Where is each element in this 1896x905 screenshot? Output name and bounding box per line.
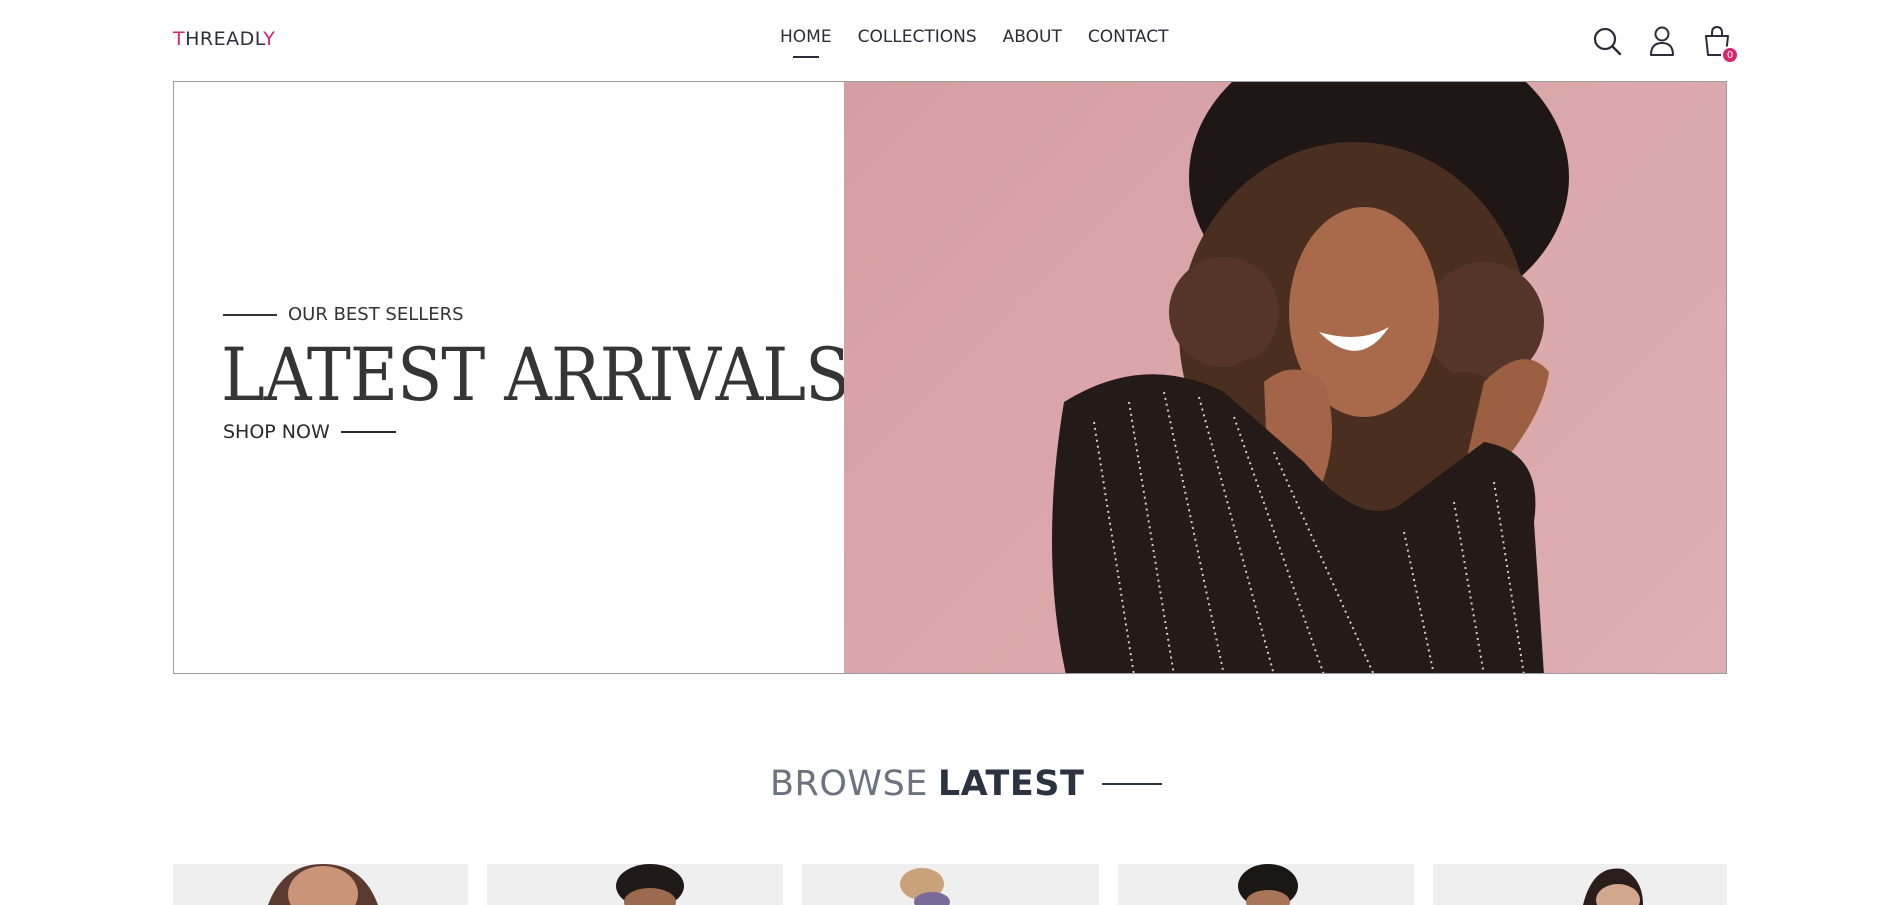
- account-button[interactable]: [1646, 24, 1678, 58]
- shop-now-link[interactable]: SHOP NOW: [223, 421, 849, 443]
- nav-item-about[interactable]: ABOUT: [1003, 27, 1062, 47]
- shop-now-label: SHOP NOW: [223, 421, 330, 443]
- search-button[interactable]: [1591, 24, 1623, 58]
- search-icon: [1593, 27, 1622, 56]
- eyebrow-divider: [223, 313, 277, 316]
- nav-item-contact[interactable]: CONTACT: [1088, 27, 1169, 47]
- product-card-3[interactable]: [802, 864, 1099, 905]
- cart-count-badge: 0: [1721, 46, 1739, 64]
- product-image: [900, 868, 950, 905]
- product-card-4[interactable]: [1118, 864, 1414, 905]
- hero-banner: OUR BEST SELLERS LATEST ARRIVALS SHOP NO…: [173, 81, 1727, 674]
- product-card-5[interactable]: [1433, 864, 1727, 905]
- browse-heading-bold: LATEST: [937, 764, 1085, 804]
- hero-title: LATEST ARRIVALS: [221, 333, 850, 418]
- product-image: [1238, 864, 1298, 905]
- hero-eyebrow: OUR BEST SELLERS: [223, 304, 849, 325]
- model-illustration: [1051, 82, 1569, 673]
- site-header: THREADLY HOME COLLECTIONS ABOUT CONTACT …: [0, 0, 1896, 80]
- main-nav: HOME COLLECTIONS ABOUT CONTACT: [780, 27, 1169, 47]
- product-image: [1583, 868, 1643, 905]
- cart-button[interactable]: 0: [1701, 24, 1739, 64]
- logo-last-letter: Y: [263, 28, 276, 50]
- product-image: [268, 864, 378, 905]
- hero-eyebrow-label: OUR BEST SELLERS: [288, 304, 464, 325]
- logo-first-letter: T: [173, 28, 186, 50]
- brand-logo[interactable]: THREADLY: [173, 28, 275, 50]
- product-grid: [173, 864, 1727, 905]
- nav-item-home[interactable]: HOME: [780, 27, 832, 47]
- shop-now-divider: [340, 431, 396, 433]
- hero-model-image: [844, 82, 1726, 673]
- user-icon: [1650, 26, 1674, 56]
- browse-latest-heading: BROWSE LATEST: [770, 764, 1163, 804]
- browse-heading-light: BROWSE: [770, 764, 928, 804]
- product-image: [616, 864, 684, 905]
- product-card-1[interactable]: [173, 864, 468, 905]
- logo-middle: HREADL: [185, 28, 264, 50]
- nav-item-collections[interactable]: COLLECTIONS: [858, 27, 977, 47]
- hero-text: OUR BEST SELLERS LATEST ARRIVALS SHOP NO…: [221, 304, 850, 443]
- browse-heading-divider: [1102, 783, 1163, 785]
- product-card-2[interactable]: [487, 864, 783, 905]
